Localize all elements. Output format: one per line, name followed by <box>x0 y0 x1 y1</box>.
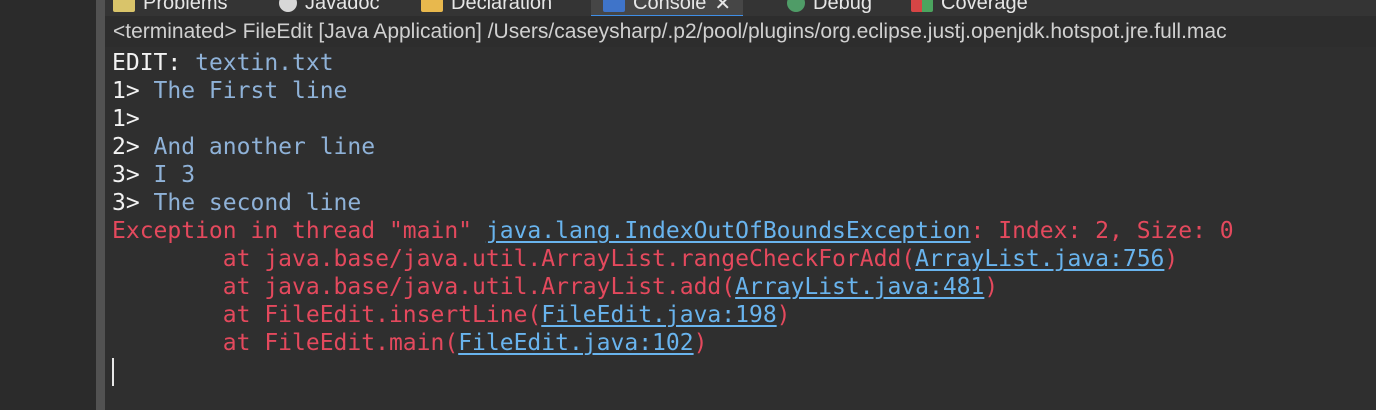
exception-class-link[interactable]: java.lang.IndexOutOfBoundsException <box>486 218 971 244</box>
tab-debug-label: Debug <box>813 0 872 14</box>
console-input-text: The First line <box>153 78 348 104</box>
console-prompt: 1> <box>112 78 154 104</box>
tab-coverage-label: Coverage <box>941 0 1028 14</box>
console-input-text: I 3 <box>153 162 196 188</box>
tab-declaration-label: Declaration <box>451 0 553 14</box>
console-prompt: 3> <box>112 190 154 216</box>
stack-frame-line: at FileEdit.insertLine(FileEdit.java:198… <box>112 301 791 329</box>
exception-message: : Index: 2, Size: 0 <box>970 218 1234 244</box>
javadoc-icon <box>279 0 297 12</box>
view-tab-strip: Problems Javadoc Declaration Console ✕ D… <box>105 0 1376 16</box>
declaration-icon <box>421 0 443 12</box>
console-prompt: EDIT: <box>112 50 196 76</box>
console-input-text: The second line <box>153 190 362 216</box>
stack-frame-suffix: ) <box>984 274 999 300</box>
stack-frame-link[interactable]: FileEdit.java:198 <box>541 302 776 328</box>
problems-icon <box>113 0 135 12</box>
close-icon[interactable]: ✕ <box>714 0 731 16</box>
stack-frame-prefix: at java.base/java.util.ArrayList.add( <box>112 274 736 300</box>
stack-frame-suffix: ) <box>776 302 791 328</box>
console-prompt: 3> <box>112 162 154 188</box>
console-prompt: 2> <box>112 134 154 160</box>
tab-javadoc[interactable]: Javadoc <box>279 0 380 15</box>
tab-coverage[interactable]: Coverage <box>911 0 1028 15</box>
console-output[interactable]: EDIT: textin.txt 1> The First line 1> 2>… <box>105 47 1376 410</box>
console-input-text: textin.txt <box>195 50 334 76</box>
console-line: 1> The First line <box>112 77 347 105</box>
text-cursor <box>112 358 114 386</box>
console-line: EDIT: textin.txt <box>112 49 334 77</box>
tab-javadoc-label: Javadoc <box>305 0 380 14</box>
process-status: <terminated> FileEdit [Java Application]… <box>113 20 1227 43</box>
coverage-icon <box>911 0 933 12</box>
stack-frame-prefix: at FileEdit.insertLine( <box>112 302 542 328</box>
console-line: 3> I 3 <box>112 161 195 189</box>
debug-icon <box>787 0 805 12</box>
tab-problems[interactable]: Problems <box>113 0 227 15</box>
console-icon <box>603 0 625 12</box>
left-gutter <box>0 0 96 410</box>
stack-frame-line: at java.base/java.util.ArrayList.add(Arr… <box>112 273 998 301</box>
exception-line: Exception in thread "main" java.lang.Ind… <box>112 217 1234 245</box>
console-line: 3> The second line <box>112 189 361 217</box>
stack-frame-line: at java.base/java.util.ArrayList.rangeCh… <box>112 245 1178 273</box>
console-prompt: 1> <box>112 106 154 132</box>
console-line: 2> And another line <box>112 133 375 161</box>
tab-console-label: Console <box>633 0 707 14</box>
tab-console[interactable]: Console ✕ <box>591 0 744 16</box>
tab-problems-label: Problems <box>143 0 228 14</box>
console-header: <terminated> FileEdit [Java Application]… <box>105 16 1376 48</box>
stack-frame-suffix: ) <box>1164 246 1179 272</box>
stack-frame-link[interactable]: ArrayList.java:756 <box>915 246 1164 272</box>
tab-debug[interactable]: Debug <box>787 0 872 15</box>
stack-frame-link[interactable]: FileEdit.java:102 <box>458 330 693 356</box>
exception-prefix: Exception in thread "main" <box>112 218 486 244</box>
tab-declaration[interactable]: Declaration <box>421 0 552 15</box>
stack-frame-prefix: at java.base/java.util.ArrayList.rangeCh… <box>112 246 916 272</box>
stack-frame-suffix: ) <box>693 330 708 356</box>
console-input-text: And another line <box>153 134 376 160</box>
console-line: 1> <box>112 105 154 133</box>
stack-frame-link[interactable]: ArrayList.java:481 <box>735 274 984 300</box>
left-gutter-edge <box>96 0 105 410</box>
stack-frame-prefix: at FileEdit.main( <box>112 330 459 356</box>
stack-frame-line: at FileEdit.main(FileEdit.java:102) <box>112 329 708 357</box>
